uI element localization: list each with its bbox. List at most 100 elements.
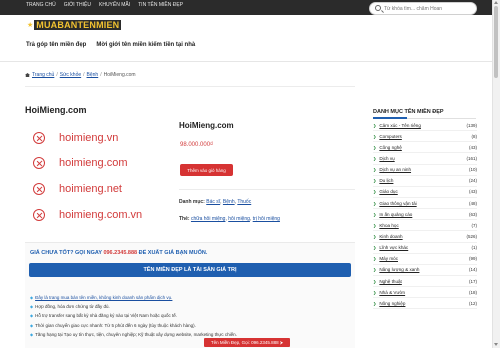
sidebar-item-label[interactable]: Cảm xúc - Tên riêng bbox=[379, 123, 421, 128]
chevron-right-icon: ❯ bbox=[373, 256, 377, 262]
breadcrumb-separator: / bbox=[56, 72, 58, 78]
sidebar-item-label[interactable]: Công nghệ bbox=[379, 145, 401, 150]
scrollbar-thumb[interactable] bbox=[494, 6, 498, 78]
sidebar-item[interactable]: ❯ Computers (8) bbox=[373, 131, 478, 143]
sidebar-item-label[interactable]: Nghệ thuật bbox=[379, 279, 401, 284]
subnav-item-referral[interactable]: Mời giới tên miền kiếm tiền tại nhà bbox=[96, 42, 195, 48]
breadcrumb-separator: / bbox=[100, 72, 102, 78]
sidebar-item[interactable]: ❯ Kinh doanh (526) bbox=[373, 231, 477, 243]
sidebar-item-label[interactable]: Dịch vụ bbox=[379, 156, 394, 161]
promo-value-button[interactable]: TÊN MIỀN ĐẸP LÀ TÀI SẢN GIÁ TRỊ bbox=[29, 263, 351, 277]
sidebar-item[interactable]: ❯ Lĩnh vực khác (1) bbox=[373, 243, 477, 254]
x-circle-icon bbox=[33, 183, 45, 195]
chevron-right-icon: ❯ bbox=[373, 178, 377, 184]
promo-heading: GIÁ CHƯA TỐT? GỌI NGAY 096.2345.888 ĐỂ X… bbox=[30, 250, 207, 256]
sidebar-item[interactable]: ❯ In ấn quảng cáo (63) bbox=[373, 209, 477, 221]
topnav-item-home[interactable]: TRANG CHỦ bbox=[26, 2, 56, 8]
chevron-right-icon: ❯ bbox=[373, 245, 377, 251]
logo-text: MUABANTENMIEN bbox=[34, 20, 122, 30]
sidebar-item-count: (12) bbox=[468, 300, 477, 306]
sidebar-item-label[interactable]: Máy móc bbox=[379, 256, 398, 261]
sidebar-item[interactable]: ❯ Máy móc (99) bbox=[373, 254, 477, 265]
topnav-item-news[interactable]: TIN TÊN MIỀN ĐẸP bbox=[138, 2, 183, 8]
promo-item: ◆ Hỗ trợ transfer sang bất kỳ nhà đăng ký… bbox=[30, 311, 237, 320]
promo-item: ◆ Thời gian chuyển giao cực nhanh: Từ 5 p… bbox=[30, 321, 237, 330]
sidebar-item-label[interactable]: Nâng lượng & xanh bbox=[379, 267, 419, 272]
sidebar-item-label[interactable]: In ấn quảng cáo bbox=[379, 212, 412, 217]
chevron-right-icon: ❯ bbox=[373, 300, 377, 306]
chevron-right-icon: ❯ bbox=[373, 289, 377, 295]
sidebar-item-label[interactable]: Du lịch bbox=[379, 178, 393, 183]
product-name: HoiMieng.com bbox=[179, 121, 234, 130]
topnav-item-about[interactable]: GIỚI THIỆU bbox=[64, 2, 91, 8]
breadcrumb-health[interactable]: Sức khỏe bbox=[60, 72, 81, 78]
chevron-right-icon: ❯ bbox=[373, 267, 377, 273]
sidebar-item[interactable]: ❯ Du lịch (24) bbox=[373, 176, 477, 187]
sidebar-item-label[interactable]: Giáo dục bbox=[379, 189, 397, 194]
tag-link[interactable]: hôi miệng bbox=[228, 216, 250, 222]
sidebar-item-count: (43) bbox=[468, 189, 477, 195]
sidebar-item[interactable]: ❯ Công nghệ (43) bbox=[373, 142, 477, 154]
sidebar-item-label[interactable]: Nông nghiệp bbox=[379, 301, 405, 306]
diamond-icon: ◆ bbox=[30, 313, 34, 319]
sidebar-item[interactable]: ❯ Giáo dục (43) bbox=[373, 187, 477, 198]
sidebar-item-label[interactable]: Computers bbox=[379, 134, 401, 139]
sidebar-category-list: ❯ Cảm xúc - Tên riêng (139) ❯ Computers (8) … bbox=[373, 120, 478, 310]
category-link[interactable]: Thuốc bbox=[237, 199, 251, 205]
promo-item-text: Tăng hạng tại Tạo uy tín thực, tiện, chu… bbox=[35, 331, 237, 337]
chevron-right-icon: ❯ bbox=[373, 211, 377, 217]
topnav-item-promo[interactable]: KHUYẾN MÃI bbox=[99, 2, 130, 8]
sidebar-item[interactable]: ❯ Cảm xúc - Tên riêng (139) bbox=[373, 120, 477, 132]
diamond-icon: ◆ bbox=[30, 295, 34, 300]
category-link[interactable]: Bác sĩ bbox=[206, 199, 220, 205]
search-icon[interactable] bbox=[375, 5, 381, 11]
product-categories: Danh mục: Bác sĩ, Bệnh, Thuốc bbox=[179, 199, 252, 205]
product-image[interactable]: hoimieng.vn hoimieng.com hoimieng.net ho… bbox=[27, 120, 155, 230]
breadcrumb-home[interactable]: Trang chủ bbox=[32, 72, 54, 78]
category-link[interactable]: Bệnh bbox=[223, 199, 235, 205]
add-to-cart-button[interactable]: Thêm vào giỏ hàng bbox=[180, 164, 233, 176]
search-input[interactable] bbox=[384, 4, 474, 13]
top-nav-menu: TRANG CHỦ GIỚI THIỆU KHUYẾN MÃI TIN TÊN … bbox=[26, 2, 183, 8]
scroll-down-arrow-icon[interactable] bbox=[494, 343, 498, 346]
sidebar-item[interactable]: ❯ Khoa học (7) bbox=[373, 220, 478, 232]
sidebar-item-count: (18) bbox=[468, 289, 477, 295]
sidebar-item-count: (7) bbox=[471, 222, 478, 228]
sidebar-item-label[interactable]: Nhà & Vườn bbox=[379, 290, 405, 295]
sidebar-item[interactable]: ❯ Nghệ thuật (17) bbox=[373, 276, 477, 288]
domain-line: hoimieng.com.vn bbox=[33, 209, 142, 221]
tag-link[interactable]: trị hôi miệng bbox=[253, 216, 280, 222]
sidebar-item-count: (17) bbox=[468, 278, 477, 284]
tag-link[interactable]: chữa hôi miệng bbox=[191, 216, 225, 222]
sidebar-item[interactable]: ❯ Nhà & Vườn (18) bbox=[373, 287, 477, 299]
promo-box: GIÁ CHƯA TỐT? GỌI NGAY 096.2345.888 ĐỂ X… bbox=[25, 242, 355, 348]
promo-item-text: Thời gian chuyển giao cực nhanh: Từ 5 ph… bbox=[35, 322, 196, 328]
breadcrumb-divider bbox=[25, 86, 355, 87]
breadcrumb-separator: / bbox=[83, 72, 85, 78]
scroll-up-arrow-icon[interactable] bbox=[494, 1, 498, 4]
sidebar-item[interactable]: ❯ Nâng lượng & xanh (14) bbox=[373, 265, 477, 276]
promo-item-link[interactable]: Đây là trang mua bán tên miền, không kin… bbox=[35, 295, 172, 300]
sidebar-item-count: (8) bbox=[471, 133, 478, 139]
chevron-right-icon: ❯ bbox=[373, 200, 377, 206]
sidebar-item[interactable]: ❯ Nông nghiệp (12) bbox=[373, 298, 477, 310]
sidebar-item-label[interactable]: Kinh doanh bbox=[379, 234, 402, 239]
sidebar-item-count: (526) bbox=[466, 233, 477, 239]
domain-line: hoimieng.net bbox=[33, 183, 122, 195]
page-title: HoiMieng.com bbox=[25, 105, 87, 115]
site-logo[interactable]: ★ MUABANTENMIEN bbox=[27, 20, 122, 30]
promo-item: ◆ Đây là trang mua bán tên miền, không ki… bbox=[30, 293, 237, 302]
chevron-right-icon: ❯ bbox=[373, 233, 377, 239]
sidebar-item[interactable]: ❯ Dịch vụ (161) bbox=[373, 153, 477, 165]
subnav-item-installment[interactable]: Trả góp tên miền đẹp bbox=[26, 42, 86, 48]
sidebar-item-label[interactable]: Dịch vụ an ninh bbox=[379, 167, 411, 172]
sidebar-item[interactable]: ❯ Giao thông vận tải (48) bbox=[373, 198, 477, 210]
breadcrumb-disease[interactable]: Bệnh bbox=[87, 72, 99, 78]
sidebar-item-label[interactable]: Lĩnh vực khác bbox=[379, 245, 408, 250]
sidebar-item-label[interactable]: Giao thông vận tải bbox=[379, 201, 416, 206]
sticky-call-button[interactable]: Tên Miền Đẹp, Gọi: 096.2345.888 ⮞ bbox=[204, 338, 290, 347]
promo-phone[interactable]: 096.2345.888 bbox=[103, 250, 137, 256]
sidebar-item-label[interactable]: Khoa học bbox=[379, 223, 398, 228]
search-box[interactable] bbox=[369, 2, 477, 15]
sidebar-item[interactable]: ❯ Dịch vụ an ninh (10) bbox=[373, 165, 477, 176]
